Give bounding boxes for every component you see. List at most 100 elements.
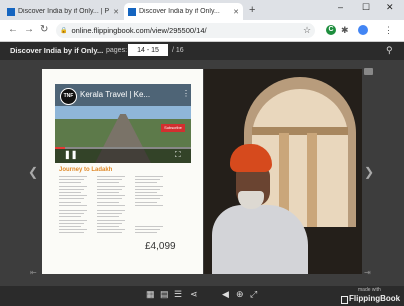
zoom-icon[interactable]: ⊕ [236, 289, 244, 300]
text-line [59, 213, 84, 215]
url-text: online.flippingbook.com/view/295500/14/ [71, 26, 207, 35]
text-line [97, 195, 125, 197]
text-line [135, 229, 160, 231]
channel-logo[interactable]: TNF [60, 88, 77, 105]
pillar [307, 133, 317, 227]
address-bar[interactable]: 🔒 online.flippingbook.com/view/295500/14… [56, 23, 315, 38]
text-line [59, 192, 81, 193]
share-icon[interactable]: ⋖ [190, 289, 198, 300]
text-line [59, 232, 84, 234]
comment-icon[interactable] [364, 68, 373, 75]
made-with-label: made with [358, 287, 381, 293]
sound-icon[interactable]: ◀ [222, 289, 229, 300]
close-window-button[interactable]: ✕ [386, 2, 394, 13]
text-line [97, 182, 119, 184]
text-line [59, 179, 84, 181]
text-line [97, 201, 119, 203]
text-line [97, 219, 125, 221]
embedded-video[interactable]: TNF Kerala Travel | Ke... ⋮ Subscribe ❚❚… [55, 84, 191, 163]
text-line [59, 222, 84, 224]
text-line [59, 198, 84, 200]
pause-icon[interactable]: ❚❚ [64, 150, 77, 159]
video-progress-fill [55, 147, 65, 149]
text-line [97, 232, 122, 234]
article-heading: Journey to Ladakh [59, 167, 113, 173]
fullscreen-toggle-icon[interactable]: ⤢ [250, 289, 257, 300]
text-line [59, 226, 81, 227]
bookmark-star-icon[interactable]: ☆ [303, 25, 311, 36]
previous-page-icon[interactable]: ❮ [28, 165, 38, 179]
text-line [59, 219, 87, 221]
text-line [59, 210, 87, 211]
text-line [97, 229, 125, 231]
text-line [97, 192, 119, 193]
text-line [59, 216, 81, 218]
text-line [97, 216, 119, 218]
pages-label: pages: [106, 47, 128, 54]
text-line [97, 213, 122, 215]
last-page-icon[interactable]: ⇥ [364, 268, 371, 277]
maximize-button[interactable]: ☐ [362, 2, 370, 13]
text-line [59, 204, 87, 206]
price: £4,099 [145, 241, 176, 252]
thumbnails-icon[interactable]: ▦ [146, 289, 155, 300]
flippingbook-brand[interactable]: FlippingBook [349, 294, 400, 303]
text-line [135, 176, 163, 177]
right-page-photo [204, 69, 362, 274]
text-line [135, 226, 163, 227]
page-number-input[interactable] [128, 44, 168, 56]
back-icon[interactable]: ← [8, 24, 18, 35]
text-line [59, 185, 87, 187]
text-line [59, 201, 81, 203]
text-line [97, 179, 122, 181]
text-line [97, 185, 125, 187]
new-tab-button[interactable]: + [249, 4, 255, 16]
close-tab-icon[interactable]: ✕ [233, 8, 239, 16]
text-line [135, 198, 160, 200]
video-menu-icon[interactable]: ⋮ [182, 89, 190, 98]
text-line [135, 185, 163, 187]
window-bar [252, 127, 348, 135]
text-line [135, 188, 160, 190]
lock-icon: 🔒 [60, 28, 68, 34]
text-line [97, 198, 122, 200]
menu-kebab-icon[interactable]: ⋮ [384, 25, 393, 36]
tab-title: Discover India by if Only... [139, 8, 220, 15]
notes-icon[interactable]: ▤ [160, 289, 169, 300]
text-line [59, 182, 81, 184]
search-icon[interactable]: ⚲ [386, 45, 393, 56]
text-line [135, 195, 163, 197]
text-line [59, 229, 87, 231]
tab-title: Discover India by if Only... | Publi [18, 8, 110, 15]
flippingbook-favicon-icon [128, 7, 136, 16]
next-page-icon[interactable]: ❯ [364, 165, 374, 179]
text-line [97, 176, 125, 177]
avatar[interactable] [358, 25, 368, 35]
extension-icon[interactable]: C [326, 25, 336, 35]
text-line [97, 226, 119, 227]
reload-icon[interactable]: ↻ [40, 24, 48, 35]
document-title: Discover India by if Only... [10, 46, 104, 55]
video-progress-track[interactable] [55, 147, 191, 149]
text-line [59, 195, 87, 197]
tab-active[interactable]: Discover India by if Only... ✕ [124, 3, 243, 20]
text-line [135, 192, 157, 193]
tab-publisher[interactable]: Discover India by if Only... | Publi ✕ [3, 3, 123, 20]
text-line [97, 210, 125, 211]
text-line [135, 232, 157, 234]
fullscreen-icon[interactable]: ⛶ [175, 150, 181, 160]
text-line [59, 176, 87, 177]
text-line [97, 204, 125, 206]
toc-icon[interactable]: ☰ [174, 289, 182, 300]
video-title[interactable]: Kerala Travel | Ke... [80, 90, 150, 99]
first-page-icon[interactable]: ⇤ [30, 268, 37, 277]
forward-icon[interactable]: → [24, 24, 34, 35]
puzzle-extensions-icon[interactable]: ✱ [341, 25, 349, 36]
subscribe-button[interactable]: Subscribe [161, 124, 185, 132]
text-line [135, 182, 157, 184]
flippingbook-logo-icon [341, 296, 348, 304]
close-tab-icon[interactable]: ✕ [113, 8, 119, 16]
text-line [59, 188, 84, 190]
minimize-button[interactable]: – [338, 2, 343, 12]
text-line [135, 204, 163, 206]
